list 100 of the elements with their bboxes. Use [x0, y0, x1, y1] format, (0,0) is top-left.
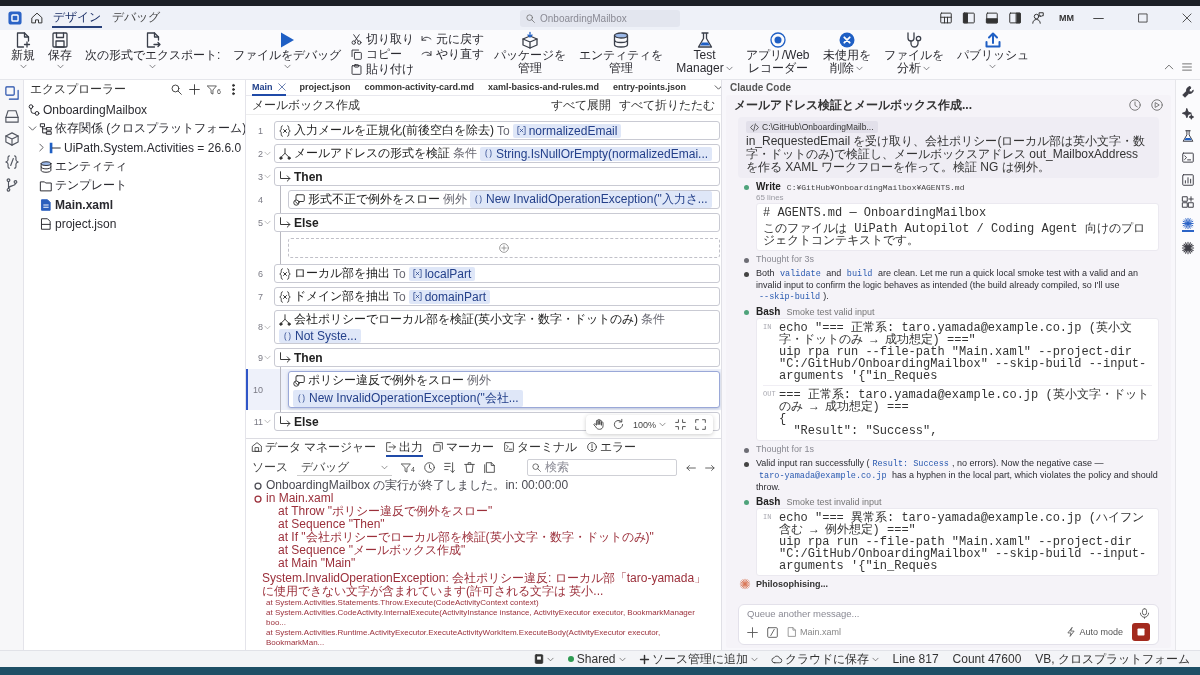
auto-mode-button[interactable]: Auto mode	[1066, 627, 1123, 637]
chevron-icon[interactable]	[37, 143, 46, 152]
file-chip[interactable]: Main.xaml	[787, 627, 841, 637]
sparkle-icon[interactable]	[1182, 108, 1194, 120]
add-widget-icon[interactable]	[1182, 196, 1194, 208]
tree-item[interactable]: UiPath.System.Activities = 26.6.0	[24, 138, 245, 157]
user-initials[interactable]: MM	[1059, 13, 1074, 23]
activity-card[interactable]: Then	[274, 167, 720, 186]
activity-card[interactable]: 会社ポリシーでローカル部を検証(英小文字・数字・ドットのみ) 条件 Not Syste...	[274, 310, 720, 344]
person-chat-icon[interactable]	[1032, 12, 1044, 24]
activity-card[interactable]: メールアドレスの形式を検証 条件 String.IsNullOrEmpty(normalizedEmai...	[274, 144, 720, 163]
arrow-left-icon[interactable]	[686, 462, 696, 473]
clock-icon[interactable]	[423, 462, 435, 473]
new-file-button[interactable]: 新規	[8, 32, 38, 78]
workspace-button[interactable]: Shared	[567, 652, 626, 666]
editor-tab[interactable]: project.json	[299, 80, 351, 96]
editor-tab[interactable]: Main	[252, 80, 286, 96]
asterisk-icon[interactable]	[1182, 218, 1194, 232]
add-icon[interactable]	[747, 626, 758, 638]
search-icon[interactable]	[171, 84, 183, 95]
asterisk-icon[interactable]	[1182, 242, 1194, 254]
branch-icon[interactable]	[4, 178, 19, 192]
export-button[interactable]: 次の形式でエクスポート:	[82, 32, 224, 78]
close-icon[interactable]	[1182, 13, 1192, 23]
activity-card[interactable]: ローカル部を抽出 To localPart	[274, 264, 720, 283]
analyze-file-button[interactable]: ファイルを 分析	[880, 32, 947, 78]
panel-tab[interactable]: マーカー	[433, 439, 495, 457]
fullscreen-icon[interactable]	[695, 419, 706, 430]
add-activity-icon[interactable]	[499, 243, 509, 253]
stop-button[interactable]	[1132, 623, 1150, 641]
panel-tab[interactable]: データ マネージャー	[252, 439, 377, 457]
message-input[interactable]: Queue another message...	[747, 608, 1130, 619]
tree-item[interactable]: project.json	[24, 214, 245, 233]
flask-icon[interactable]	[1182, 130, 1194, 142]
sort-list-icon[interactable]	[443, 462, 455, 473]
publish-button[interactable]: パブリッシュ	[953, 32, 1032, 78]
slash-command-icon[interactable]	[767, 626, 778, 638]
fit-to-screen-icon[interactable]	[675, 419, 686, 430]
cube-icon[interactable]	[4, 132, 19, 146]
activity-card[interactable]: 形式不正で例外をスロー 例外 New InvalidOperationException("入力さ...	[288, 190, 720, 209]
expression-chip[interactable]: Not Syste...	[279, 329, 362, 343]
bottom-panel-icon[interactable]	[986, 12, 998, 24]
braces-icon[interactable]	[4, 155, 19, 169]
chevron-icon[interactable]	[28, 124, 37, 133]
panel-tab[interactable]: ターミナル	[504, 439, 578, 457]
remove-unused-button[interactable]: 未使用を 削除	[819, 32, 874, 78]
trash-icon[interactable]	[463, 462, 475, 473]
source-control-button[interactable]: ソース管理に追加	[639, 650, 758, 668]
tree-item[interactable]: 依存関係 (クロスプラットフォーム)	[24, 119, 245, 138]
activity-card[interactable]: 入力メールを正規化(前後空白を除去) To normalizedEmail	[274, 121, 720, 140]
collapse-all-button[interactable]: すべて折りたたむ	[619, 96, 715, 114]
tree-item[interactable]: OnboardingMailbox	[24, 100, 245, 119]
paste-button[interactable]: 貼り付け	[351, 62, 415, 76]
device-menu-button[interactable]	[533, 654, 554, 664]
tree-item[interactable]: テンプレート	[24, 176, 245, 195]
play-circle-icon[interactable]	[1151, 99, 1163, 111]
cut-button[interactable]: 切り取り	[351, 32, 415, 46]
editor-tab[interactable]: entry-points.json	[613, 80, 687, 96]
recorder-button[interactable]: アプリ/Web レコーダー	[742, 32, 813, 78]
mode-tab[interactable]: デザイン	[52, 8, 102, 28]
layout-grid-icon[interactable]	[940, 12, 952, 24]
wrench-icon[interactable]	[1182, 86, 1194, 98]
home-icon[interactable]	[31, 12, 43, 24]
redo-button[interactable]: やり直す	[421, 47, 485, 61]
arrow-right-icon[interactable]	[705, 462, 715, 473]
chevron-icon[interactable]	[714, 83, 721, 92]
left-panel-icon[interactable]	[963, 12, 975, 24]
drive-icon[interactable]	[4, 109, 19, 123]
manage-packages-button[interactable]: パッケージを 管理	[491, 32, 570, 78]
activity-card[interactable]: Then	[274, 348, 720, 367]
search-field[interactable]: 検索	[527, 459, 677, 476]
cloud-save-button[interactable]: クラウドに保存	[771, 650, 879, 668]
microphone-icon[interactable]	[1139, 608, 1150, 619]
tree-item[interactable]: Main.xaml	[24, 195, 245, 214]
expression-chip[interactable]: normalizedEmail	[512, 123, 622, 138]
activity-card[interactable]: ドメイン部を抽出 To domainPart	[274, 287, 720, 306]
refresh-icon[interactable]	[612, 419, 624, 430]
debug-file-button[interactable]: ファイルをデバッグ	[230, 32, 345, 78]
test-manager-button[interactable]: Test Manager	[673, 32, 736, 78]
mode-tab[interactable]: デバッグ	[111, 8, 161, 28]
history-icon[interactable]	[1129, 99, 1141, 111]
collapse-icon[interactable]	[1164, 62, 1174, 72]
zoom-dropdown[interactable]: 100%	[632, 419, 666, 430]
expression-chip[interactable]: localPart	[408, 266, 476, 281]
maximize-icon[interactable]	[1138, 13, 1148, 23]
copy-button[interactable]: コピー	[351, 47, 415, 61]
terminal-window-icon[interactable]	[1182, 152, 1194, 164]
hand-icon[interactable]	[592, 419, 604, 430]
editor-tab[interactable]: common-activity-card.md	[364, 80, 475, 96]
panel-tab[interactable]: 出力	[386, 439, 424, 457]
tree-item[interactable]: エンティティ	[24, 157, 245, 176]
panel-tab[interactable]: エラー	[587, 439, 637, 457]
copy-icon[interactable]	[483, 462, 495, 473]
activity-card[interactable]: Else	[274, 213, 720, 232]
files-icon[interactable]	[4, 86, 19, 100]
undo-button[interactable]: 元に戻す	[421, 32, 485, 46]
source-dropdown[interactable]: デバッグ	[297, 459, 392, 476]
attachment-chip[interactable]: C:\GitHub\OnboardingMailb...	[746, 121, 878, 133]
add-icon[interactable]	[189, 84, 201, 95]
right-panel-icon[interactable]	[1009, 12, 1021, 24]
